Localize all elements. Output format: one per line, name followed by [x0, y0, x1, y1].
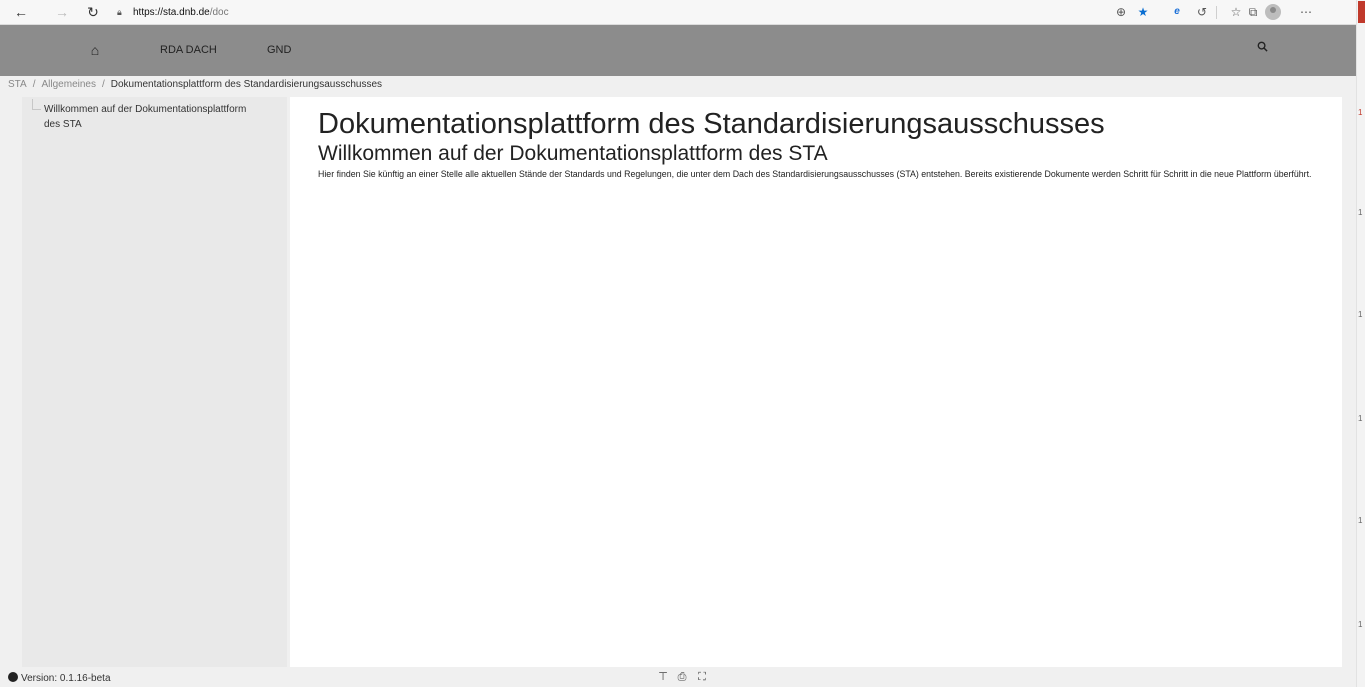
side-panel-number: 1 [1358, 310, 1363, 319]
nav-link-rda-dach[interactable]: RDA DACH [160, 42, 217, 58]
breadcrumb-separator: / [101, 79, 105, 90]
page-subtitle: Willkommen auf der Dokumentationsplattfo… [318, 142, 828, 165]
side-panel-marker [1358, 1, 1365, 23]
side-panel-number: 1 [1358, 108, 1363, 117]
fullscreen-icon[interactable]: ⛶ [695, 670, 709, 684]
site-header: ⌂ RDA DACH GND [0, 25, 1356, 76]
github-icon[interactable] [8, 672, 18, 682]
favorite-star-icon[interactable]: ★ [1134, 3, 1152, 21]
side-panel-number: 1 [1358, 620, 1363, 629]
sidebar-item-willkommen[interactable]: Willkommen auf der Dokumentationsplattfo… [44, 102, 264, 132]
side-panel-number: 1 [1358, 414, 1363, 423]
side-panel-edge: 1 1 1 1 1 1 [1356, 0, 1365, 687]
version-label: Version: 0.1.16-beta [8, 672, 111, 685]
collections-icon[interactable]: ⧉ [1244, 3, 1262, 21]
nav-link-gnd[interactable]: GND [267, 42, 291, 58]
page-title: Dokumentationsplattform des Standardisie… [318, 108, 1105, 140]
tree-connector [32, 99, 41, 110]
favorites-list-icon[interactable]: ☆ [1227, 3, 1245, 21]
url-path: /doc [209, 7, 229, 18]
print-icon[interactable]: ⎙ [675, 670, 689, 684]
refresh-icon[interactable]: ↻ [82, 2, 104, 22]
forward-icon[interactable]: → [51, 2, 73, 22]
browser-toolbar: ← → ↻ 🔒︎ https://sta.dnb.de/doc ⊕ ★ e ↺ ☆… [0, 0, 1365, 25]
breadcrumb-item-allgemeines[interactable]: Allgemeines [42, 79, 96, 90]
zoom-icon[interactable]: ⊕ [1112, 3, 1130, 21]
back-icon[interactable]: ← [10, 2, 32, 22]
history-icon[interactable]: ↺ [1193, 3, 1211, 21]
breadcrumb: STA / Allgemeines / Dokumentationsplattform … [8, 78, 382, 92]
extension-icon[interactable]: e [1168, 3, 1186, 21]
intro-paragraph: Hier finden Sie künftig an einer Stelle … [318, 169, 1312, 179]
breadcrumb-item-sta[interactable]: STA [8, 79, 27, 90]
footer: Version: 0.1.16-beta ⊤ ⎙ ⛶ [0, 667, 1356, 687]
lock-icon[interactable]: 🔒︎ [117, 3, 127, 22]
toolbar-separator [1216, 6, 1217, 19]
version-text: Version: 0.1.16-beta [21, 673, 111, 684]
search-icon[interactable] [1257, 41, 1268, 55]
address-bar[interactable]: 🔒︎ https://sta.dnb.de/doc [117, 3, 1117, 22]
sidebar-tree: Willkommen auf der Dokumentationsplattfo… [22, 97, 287, 667]
breadcrumb-current: Dokumentationsplattform des Standardisie… [110, 79, 383, 90]
url-host: https://sta.dnb.de [133, 7, 210, 18]
side-panel-number: 1 [1358, 516, 1363, 525]
back-to-top-icon[interactable]: ⊤ [656, 670, 670, 684]
home-icon[interactable]: ⌂ [86, 40, 104, 60]
main-content: Dokumentationsplattform des Standardisie… [290, 97, 1342, 667]
breadcrumb-separator: / [32, 79, 36, 90]
more-icon[interactable]: ⋯ [1297, 3, 1315, 21]
side-panel-number: 1 [1358, 208, 1363, 217]
profile-icon[interactable] [1265, 4, 1281, 20]
